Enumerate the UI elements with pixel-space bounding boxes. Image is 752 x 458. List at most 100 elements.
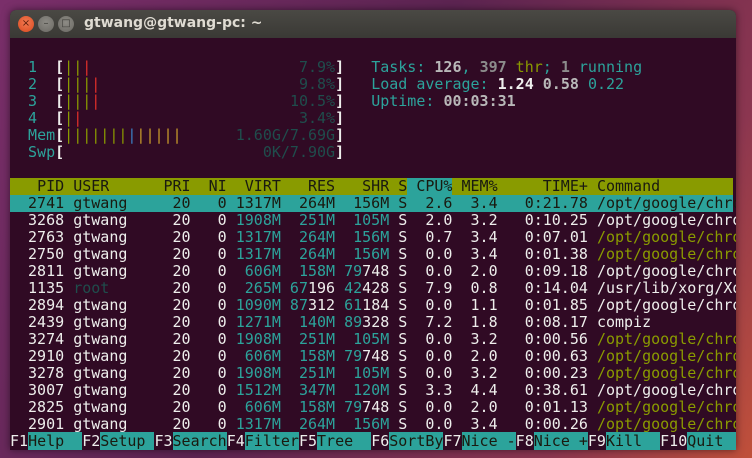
bar-normal: |: [64, 109, 74, 127]
process-row[interactable]: 2439 gtwang 20 0 1271M 140M 89328 S 7.2 1.8 0:08.1…: [10, 314, 733, 331]
function-key-f2[interactable]: F2Setup: [82, 432, 155, 450]
cell-cpu: 0.0: [425, 347, 453, 365]
function-key-label: F3: [154, 432, 173, 450]
column-header-pri[interactable]: PRI: [164, 178, 191, 195]
cell-cpu: 7.2: [425, 313, 453, 331]
process-row[interactable]: 3274 gtwang 20 0 1908M 251M 105M S 0.0 3.2 0:00.56…: [10, 330, 736, 348]
cell-cmd: compiz: [596, 313, 652, 331]
column-header-user[interactable]: USER: [73, 178, 109, 195]
htop-screen[interactable]: 1[||| 7.9%] 2[|||| 9.8%] 3[|||| 10.5%] 4[|| 3.4…: [10, 40, 736, 450]
cell-time: 0:38.61: [524, 381, 588, 399]
cell-user: gtwang: [73, 194, 128, 212]
cell-cpu: 2.6: [425, 194, 453, 212]
cell-virt: 606M: [244, 262, 281, 280]
process-row[interactable]: 2894 gtwang 20 0 1090M 87312 61184 S 0.0 1.1 0:01.…: [10, 296, 736, 314]
cell-mem: 2.0: [470, 262, 498, 280]
cell-virt: 1512M: [235, 381, 281, 399]
cell-res: 158M: [298, 398, 336, 416]
minimize-icon[interactable]: –: [38, 16, 54, 32]
column-header-command[interactable]: Command: [597, 178, 660, 195]
process-row[interactable]: 3268 gtwang 20 0 1908M 251M 105M S 2.0 3.2 0:10.25…: [10, 211, 736, 229]
cell-res: 264M: [298, 228, 336, 246]
cell-pid: 3274: [28, 330, 65, 348]
load: Load average: 1.24 0.58 0.22: [371, 76, 624, 93]
load-5min: 0.58: [542, 75, 579, 93]
cell-time: 0:00.56: [524, 330, 588, 348]
cell-res: 264M: [298, 245, 336, 263]
cell-cpu: 0.0: [425, 330, 453, 348]
tasks-summary: Tasks: 126, 397 thr; 1 running: [10, 59, 733, 76]
cell-pri: 20: [172, 330, 191, 348]
column-header-pid[interactable]: PID: [19, 178, 64, 195]
cell-pid: 3268: [28, 211, 65, 229]
tasks-label: Tasks:: [371, 58, 435, 76]
process-row[interactable]: 3007 gtwang 20 0 1512M 347M 120M S 3.3 4.4 0:38.61…: [10, 381, 736, 399]
process-row[interactable]: 2741 gtwang 20 0 1317M 264M 156M S 2.6 3.4 0:21.78…: [10, 194, 736, 212]
process-row[interactable]: 2825 gtwang 20 0 606M 158M 79748 S 0.0 2.0 0:01.13…: [10, 398, 736, 416]
cell-mem: 0.8: [470, 279, 498, 297]
load-average: Load average: 1.24 0.58 0.22: [10, 76, 733, 93]
cell-user: gtwang: [73, 330, 128, 348]
process-row[interactable]: 2763 gtwang 20 0 1317M 264M 156M S 0.7 3.4 0:07.01…: [10, 228, 736, 246]
cell-mem: 3.2: [470, 211, 498, 229]
cell-res: 140M: [298, 313, 336, 331]
cell-cmd: /opt/google/chrom: [596, 381, 736, 399]
column-header-time[interactable]: TIME+: [507, 178, 588, 195]
cell-pri: 20: [172, 228, 191, 246]
maximize-icon[interactable]: □: [58, 16, 74, 32]
process-row[interactable]: 2750 gtwang 20 0 1317M 264M 156M S 0.0 3.4 0:01.38…: [10, 245, 736, 263]
uptime: Uptime: 00:03:31: [371, 93, 516, 110]
cell-cmd: /opt/google/chrom: [596, 194, 736, 212]
cell-s: S: [398, 279, 408, 297]
process-row[interactable]: 3278 gtwang 20 0 1908M 251M 105M S 0.0 3.2 0:00.23…: [10, 365, 736, 382]
function-key-f1[interactable]: F1Help: [10, 432, 83, 450]
cpu-meter-4: 4[|| 3.4%]: [10, 110, 733, 127]
function-key-action: Tree: [317, 432, 372, 450]
function-key-f10[interactable]: F10Quit: [660, 432, 736, 450]
cell-shr: 156M: [353, 415, 390, 433]
cell-user: gtwang: [73, 228, 128, 246]
cell-ni: 0: [217, 313, 227, 331]
cell-user: gtwang: [73, 211, 128, 229]
process-row[interactable]: 1135 root 20 0 265M 67196 42428 S 7.9 0.8 0:14.04 /…: [10, 279, 736, 297]
process-row[interactable]: 2901 gtwang 20 0 1317M 264M 156M S 0.0 3.4 0:00.26…: [10, 415, 736, 433]
column-header-shr[interactable]: SHR: [344, 178, 389, 195]
process-row[interactable]: 2811 gtwang 20 0 606M 158M 79748 S 0.0 2.0 0:09.18…: [10, 262, 736, 280]
meter-bracket: [: [55, 143, 65, 161]
function-key-f4[interactable]: F4Filter: [227, 432, 299, 450]
column-header-ni[interactable]: NI: [200, 178, 227, 195]
cell-time: 0:01.13: [524, 398, 588, 416]
process-row[interactable]: 2910 gtwang 20 0 606M 158M 79748 S 0.0 2.0 0:00.63…: [10, 347, 736, 365]
cell-time: 0:00.26: [524, 415, 588, 433]
cell-res: 87312: [289, 296, 336, 314]
cell-cpu: 3.3: [425, 381, 453, 399]
cell-ni: 0: [217, 381, 227, 399]
cell-cmd: /opt/google/chrom: [596, 245, 736, 263]
function-key-action: Kill: [605, 432, 661, 450]
close-icon[interactable]: ×: [18, 16, 34, 32]
function-bar: F1Help F2Setup F3Search F4Filter F5Tree F6…: [10, 432, 736, 450]
load-15min: 0.22: [587, 75, 625, 93]
column-header-s[interactable]: S: [398, 178, 407, 195]
function-key-f6[interactable]: F6SortBy: [371, 432, 444, 450]
bar-cache: |: [172, 126, 182, 144]
column-header-virt[interactable]: VIRT: [236, 178, 281, 195]
column-header-mem[interactable]: MEM%: [462, 178, 498, 195]
cell-cpu: 7.9: [425, 279, 453, 297]
function-key-f8[interactable]: F8Nice +: [516, 432, 588, 450]
cell-pid: 2901: [28, 415, 65, 433]
cell-user: gtwang: [73, 415, 128, 433]
function-key-f7[interactable]: F7Nice -: [443, 432, 516, 450]
function-key-f5[interactable]: F5Tree: [299, 432, 372, 450]
cell-ni: 0: [217, 330, 227, 348]
function-key-f9[interactable]: F9Kill: [588, 432, 661, 450]
column-header-res[interactable]: RES: [290, 178, 335, 195]
cell-time: 0:01.85: [524, 296, 588, 314]
function-key-f3[interactable]: F3Search: [154, 432, 227, 450]
cell-shr: 156M: [353, 228, 390, 246]
cell-virt: 1090M: [235, 296, 281, 314]
running-label: running: [569, 58, 643, 76]
column-header-cpu[interactable]: CPU%: [407, 178, 453, 195]
bar-cache: |: [154, 126, 164, 144]
bar-used: |: [73, 126, 83, 144]
